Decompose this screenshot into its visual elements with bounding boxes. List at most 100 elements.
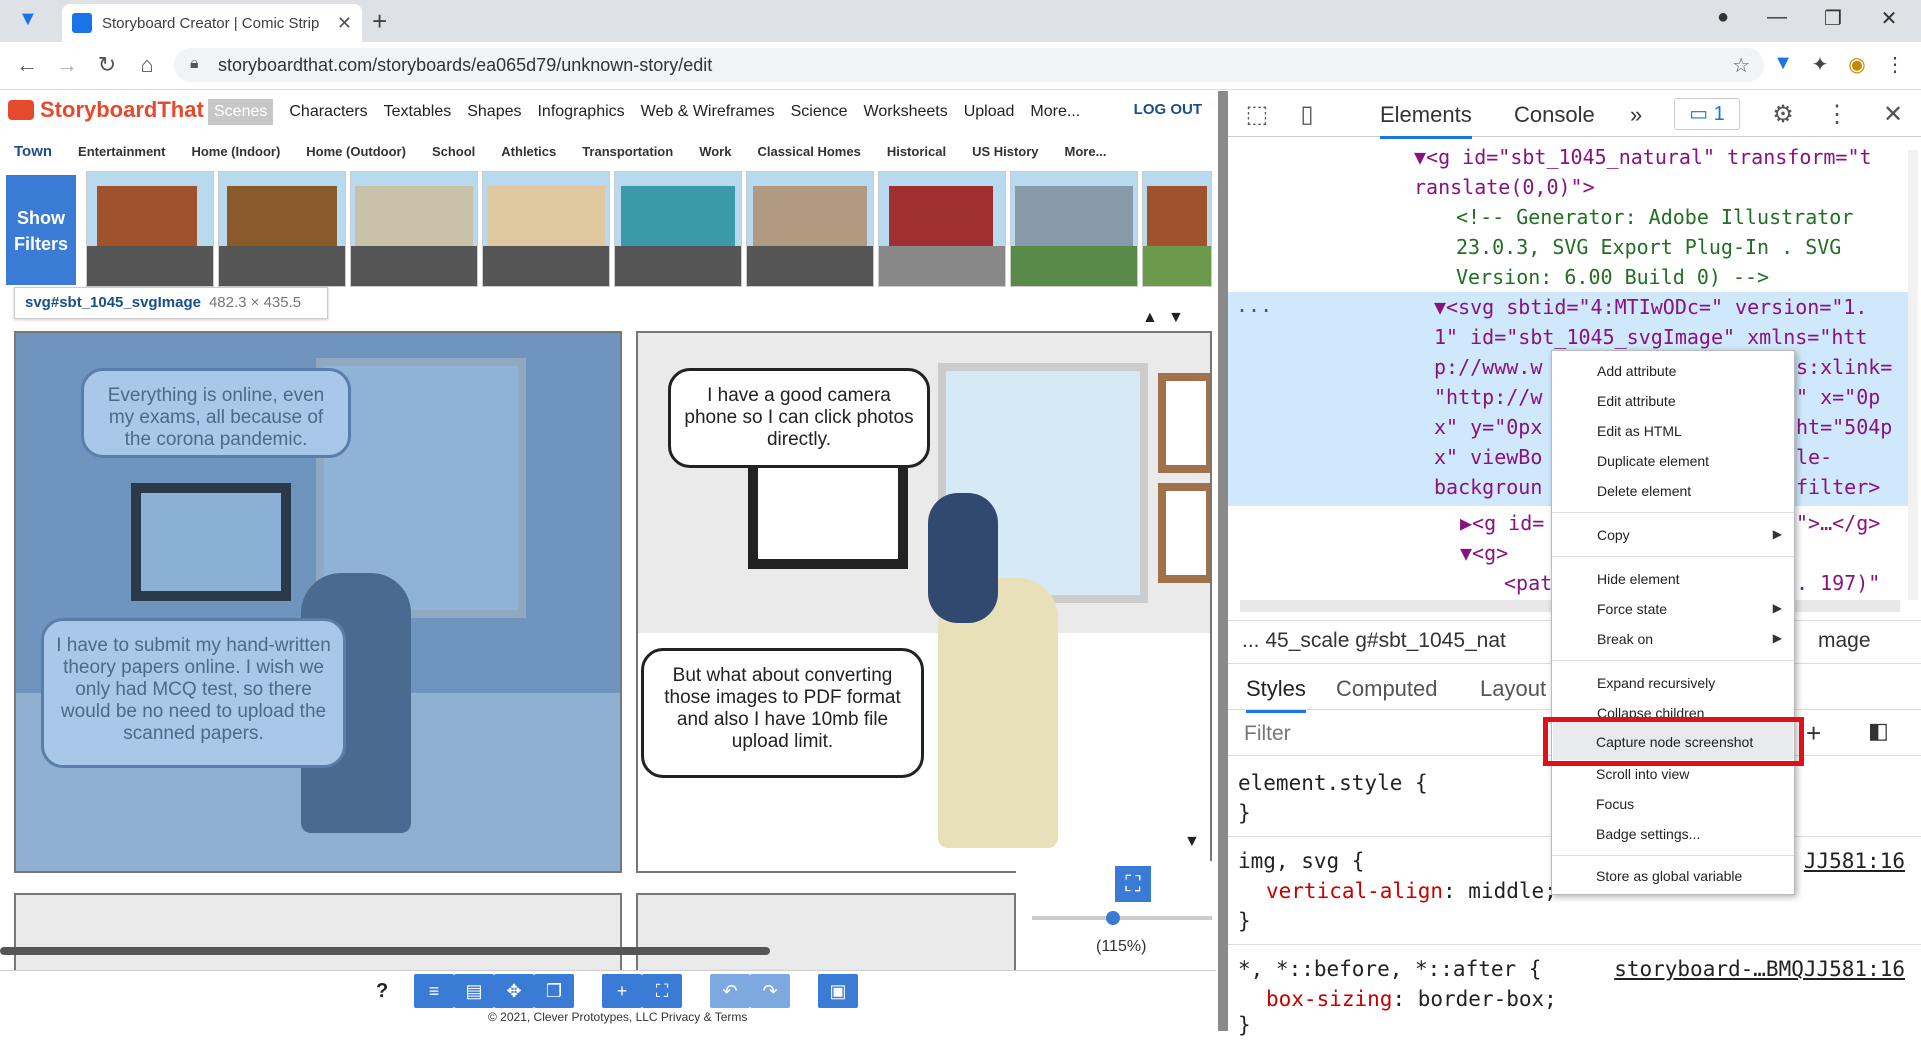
show-filters-button[interactable]: Show Filters <box>6 175 76 285</box>
dom-comment[interactable]: 23.0.3, SVG Export Plug-In . SVG <box>1456 232 1841 263</box>
back-icon[interactable]: ← <box>12 52 42 78</box>
scene-thumbnail[interactable] <box>1010 171 1138 287</box>
new-rule-icon[interactable]: + <box>1806 718 1821 749</box>
more-tabs-icon[interactable]: » <box>1630 102 1642 128</box>
zoom-slider-knob[interactable] <box>1106 911 1120 925</box>
dom-node[interactable]: filter> <box>1796 472 1880 503</box>
category-item[interactable]: US History <box>972 144 1038 159</box>
storyboard-cell-2[interactable]: I have a good camera phone so I can clic… <box>636 331 1212 873</box>
new-tab-icon[interactable]: + <box>372 6 387 37</box>
menu-focus[interactable]: Focus <box>1596 796 1634 812</box>
dom-node[interactable]: ▼<g id="sbt_1045_natural" transform="t <box>1414 142 1872 173</box>
scene-thumbnail[interactable] <box>86 171 214 287</box>
zoom-in-button[interactable]: + <box>602 974 642 1008</box>
menu-break-on[interactable]: Break on <box>1597 631 1653 647</box>
nav-textables[interactable]: Textables <box>384 103 452 121</box>
dom-node[interactable]: backgroun <box>1434 472 1542 503</box>
nav-science[interactable]: Science <box>791 103 848 121</box>
storyboard-cell-1[interactable]: Everything is online, even my exams, all… <box>14 331 622 873</box>
storyboard-cell-4[interactable] <box>636 893 1016 973</box>
dom-node[interactable]: p://www.w <box>1434 352 1542 383</box>
rule-selector[interactable]: element.style { <box>1238 768 1428 798</box>
menu-delete-element[interactable]: Delete element <box>1597 483 1691 499</box>
speech-bubble[interactable]: I have to submit my hand-written theory … <box>41 618 346 768</box>
dom-comment[interactable]: <!-- Generator: Adobe Illustrator <box>1456 202 1853 233</box>
dom-node[interactable]: 1" id="sbt_1045_svgImage" xmlns="htt <box>1434 322 1867 353</box>
rule-selector[interactable]: img, svg { <box>1238 846 1364 876</box>
close-tab-icon[interactable]: ✕ <box>337 13 352 34</box>
maximize-icon[interactable]: ❐ <box>1810 6 1856 31</box>
save-button[interactable]: ▣ <box>818 974 858 1008</box>
speech-bubble[interactable]: But what about converting those images t… <box>641 648 924 778</box>
gear-icon[interactable]: ⚙ <box>1766 100 1800 129</box>
menu-copy[interactable]: Copy <box>1597 527 1630 543</box>
menu-add-attribute[interactable]: Add attribute <box>1597 363 1676 379</box>
property-value[interactable]: : middle; <box>1443 879 1557 903</box>
dom-node[interactable]: s:xlink= <box>1796 352 1892 383</box>
window-close-icon[interactable]: ✕ <box>1866 6 1912 31</box>
scene-thumbnail[interactable] <box>1142 171 1212 287</box>
dom-node-selected[interactable]: ▼<svg sbtid="4:MTIwODc=" version="1. <box>1434 292 1867 323</box>
speech-bubble[interactable]: Everything is online, even my exams, all… <box>81 368 351 458</box>
menu-edit-attribute[interactable]: Edit attribute <box>1597 393 1676 409</box>
dom-node[interactable]: le- <box>1796 442 1832 473</box>
dom-node[interactable]: x" viewBo <box>1434 442 1542 473</box>
menu-scroll-into-view[interactable]: Scroll into view <box>1596 766 1689 782</box>
menu-force-state[interactable]: Force state <box>1597 601 1667 617</box>
fullscreen-button[interactable]: ⛶ <box>1115 866 1151 902</box>
tab-computed[interactable]: Computed <box>1336 676 1438 702</box>
property-value[interactable]: : border-box; <box>1392 987 1556 1011</box>
menu-badge-settings[interactable]: Badge settings... <box>1596 826 1700 842</box>
tab-elements[interactable]: Elements <box>1380 102 1472 139</box>
reload-icon[interactable]: ↻ <box>92 52 122 78</box>
rule-selector[interactable]: *, *::before, *::after { <box>1238 954 1541 984</box>
dom-node[interactable]: "http://w <box>1434 382 1542 413</box>
scroll-down-icon[interactable]: ▼ <box>1168 309 1184 327</box>
scene-thumbnail[interactable] <box>614 171 742 287</box>
breadcrumb-end[interactable]: mage <box>1818 629 1871 653</box>
add-cell-button[interactable]: ▤ <box>454 974 494 1008</box>
extension-blue-icon[interactable]: ▼ <box>1768 52 1798 75</box>
close-icon[interactable]: ✕ <box>1876 100 1910 129</box>
nav-more[interactable]: More... <box>1030 103 1080 121</box>
category-town[interactable]: Town <box>14 143 52 160</box>
scene-thumbnail[interactable] <box>746 171 874 287</box>
help-button[interactable]: ? <box>376 980 388 1003</box>
menu-hide-element[interactable]: Hide element <box>1597 571 1680 587</box>
property-name[interactable]: box-sizing <box>1266 987 1392 1011</box>
scroll-up-icon[interactable]: ▲ <box>1142 309 1158 327</box>
category-item[interactable]: Classical Homes <box>757 144 860 159</box>
avatar[interactable]: ◉ <box>1842 52 1872 77</box>
property-name[interactable]: vertical-align <box>1266 879 1443 903</box>
forward-icon[interactable]: → <box>52 52 82 78</box>
move-button[interactable]: ✥ <box>494 974 534 1008</box>
scene-thumbnail[interactable] <box>878 171 1006 287</box>
tab-console[interactable]: Console <box>1514 102 1595 128</box>
dom-node[interactable]: x" y="0px <box>1434 412 1542 443</box>
nav-shapes[interactable]: Shapes <box>467 103 521 121</box>
dom-node[interactable]: " x="0p <box>1796 382 1880 413</box>
nav-infographics[interactable]: Infographics <box>537 103 624 121</box>
dom-node[interactable]: . 197)" <box>1796 568 1880 598</box>
layout-button[interactable]: ≡ <box>414 974 454 1008</box>
rule-source-link[interactable]: JJ581:16 <box>1804 846 1905 876</box>
scene-thumbnail[interactable] <box>350 171 478 287</box>
dom-node[interactable]: ">…</g> <box>1796 508 1880 539</box>
nav-web-wireframes[interactable]: Web & Wireframes <box>641 103 775 121</box>
menu-edit-as-html[interactable]: Edit as HTML <box>1597 423 1682 439</box>
dom-node[interactable]: ▼<g> <box>1460 538 1508 569</box>
profile-icon[interactable]: ● <box>1700 6 1746 29</box>
dom-node[interactable]: ranslate(0,0)"> <box>1414 172 1595 203</box>
fit-button[interactable]: ⛶ <box>642 974 682 1008</box>
category-item[interactable]: Athletics <box>501 144 556 159</box>
menu-store-as-global-variable[interactable]: Store as global variable <box>1596 868 1742 884</box>
url-field[interactable]: 🔒︎ storyboardthat.com/storyboards/ea065d… <box>174 48 1764 82</box>
storyboard-cell-3[interactable] <box>14 893 622 973</box>
category-item[interactable]: Transportation <box>582 144 673 159</box>
undo-button[interactable]: ↶ <box>710 974 750 1008</box>
horizontal-scrollbar[interactable] <box>0 947 770 955</box>
dom-node[interactable]: <pat <box>1504 568 1552 598</box>
redo-button[interactable]: ↷ <box>750 974 790 1008</box>
logo[interactable]: StoryboardThat <box>8 97 204 123</box>
rule-source-link[interactable]: storyboard-…BMQJJ581:16 <box>1614 954 1905 984</box>
